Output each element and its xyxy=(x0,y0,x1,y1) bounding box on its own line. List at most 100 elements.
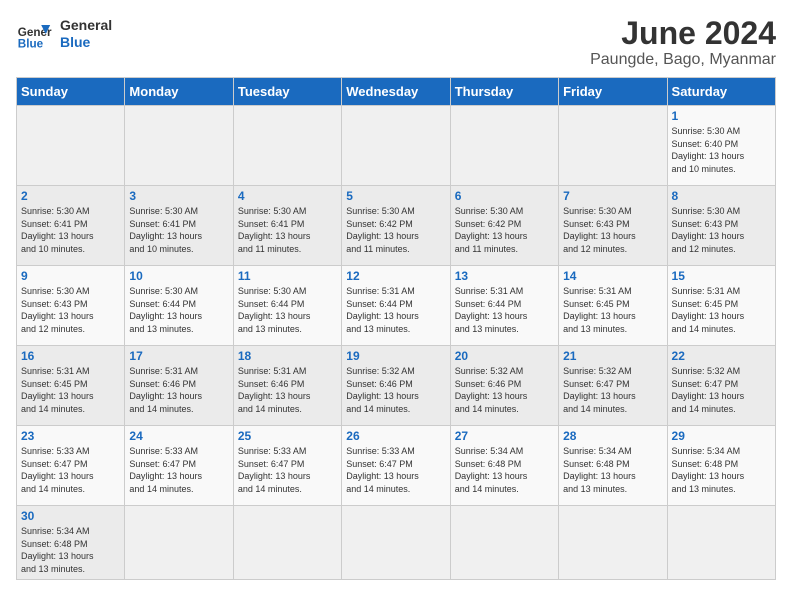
calendar-cell: 25 Sunrise: 5:33 AM Sunset: 6:47 PM Dayli… xyxy=(233,426,341,506)
calendar-cell: 26 Sunrise: 5:33 AM Sunset: 6:47 PM Dayli… xyxy=(342,426,450,506)
header-sunday: Sunday xyxy=(17,78,125,106)
day-info: Sunrise: 5:30 AM Sunset: 6:43 PM Dayligh… xyxy=(563,205,662,255)
day-info: Sunrise: 5:30 AM Sunset: 6:40 PM Dayligh… xyxy=(672,125,771,175)
day-number: 17 xyxy=(129,349,228,363)
calendar-cell: 1 Sunrise: 5:30 AM Sunset: 6:40 PM Daylig… xyxy=(667,106,775,186)
calendar-cell: 29 Sunrise: 5:34 AM Sunset: 6:48 PM Dayli… xyxy=(667,426,775,506)
day-info: Sunrise: 5:30 AM Sunset: 6:41 PM Dayligh… xyxy=(129,205,228,255)
page-header: General Blue General Blue June 2024 Paun… xyxy=(16,16,776,69)
header-tuesday: Tuesday xyxy=(233,78,341,106)
day-number: 20 xyxy=(455,349,554,363)
calendar-cell: 3 Sunrise: 5:30 AM Sunset: 6:41 PM Daylig… xyxy=(125,186,233,266)
calendar-cell: 19 Sunrise: 5:32 AM Sunset: 6:46 PM Dayli… xyxy=(342,346,450,426)
day-info: Sunrise: 5:32 AM Sunset: 6:46 PM Dayligh… xyxy=(455,365,554,415)
calendar-cell: 28Sunrise: 5:34 AM Sunset: 6:48 PM Dayli… xyxy=(559,426,667,506)
day-number: 18 xyxy=(238,349,337,363)
day-number: 21 xyxy=(563,349,662,363)
day-number: 23 xyxy=(21,429,120,443)
day-info: Sunrise: 5:34 AM Sunset: 6:48 PM Dayligh… xyxy=(563,445,662,495)
calendar-cell: 18 Sunrise: 5:31 AM Sunset: 6:46 PM Dayli… xyxy=(233,346,341,426)
calendar-cell xyxy=(125,506,233,579)
day-info: Sunrise: 5:33 AM Sunset: 6:47 PM Dayligh… xyxy=(21,445,120,495)
day-info: Sunrise: 5:30 AM Sunset: 6:43 PM Dayligh… xyxy=(21,285,120,335)
day-number: 9 xyxy=(21,269,120,283)
day-number: 4 xyxy=(238,189,337,203)
day-info: Sunrise: 5:30 AM Sunset: 6:44 PM Dayligh… xyxy=(129,285,228,335)
day-info: Sunrise: 5:33 AM Sunset: 6:47 PM Dayligh… xyxy=(346,445,445,495)
day-number: 5 xyxy=(346,189,445,203)
calendar-cell xyxy=(125,106,233,186)
calendar-cell: 7Sunrise: 5:30 AM Sunset: 6:43 PM Daylig… xyxy=(559,186,667,266)
day-number: 16 xyxy=(21,349,120,363)
calendar-cell: 6Sunrise: 5:30 AM Sunset: 6:42 PM Daylig… xyxy=(450,186,558,266)
calendar-cell: 20 Sunrise: 5:32 AM Sunset: 6:46 PM Dayli… xyxy=(450,346,558,426)
day-info: Sunrise: 5:33 AM Sunset: 6:47 PM Dayligh… xyxy=(238,445,337,495)
calendar-cell xyxy=(667,506,775,579)
calendar-cell xyxy=(233,106,341,186)
calendar-cell: 16 Sunrise: 5:31 AM Sunset: 6:45 PM Dayli… xyxy=(17,346,125,426)
calendar-cell: 14 Sunrise: 5:31 AM Sunset: 6:45 PM Dayli… xyxy=(559,266,667,346)
day-number: 19 xyxy=(346,349,445,363)
day-number: 1 xyxy=(672,109,771,123)
calendar-cell: 4Sunrise: 5:30 AM Sunset: 6:41 PM Daylig… xyxy=(233,186,341,266)
day-info: Sunrise: 5:34 AM Sunset: 6:48 PM Dayligh… xyxy=(672,445,771,495)
calendar-cell: 5 Sunrise: 5:30 AM Sunset: 6:42 PM Daylig… xyxy=(342,186,450,266)
day-info: Sunrise: 5:32 AM Sunset: 6:46 PM Dayligh… xyxy=(346,365,445,415)
day-number: 25 xyxy=(238,429,337,443)
calendar-cell: 10 Sunrise: 5:30 AM Sunset: 6:44 PM Dayli… xyxy=(125,266,233,346)
day-info: Sunrise: 5:32 AM Sunset: 6:47 PM Dayligh… xyxy=(563,365,662,415)
logo-general-text: General xyxy=(60,17,112,34)
day-number: 13 xyxy=(455,269,554,283)
calendar-header-row: SundayMondayTuesdayWednesdayThursdayFrid… xyxy=(17,78,776,106)
calendar-cell xyxy=(450,106,558,186)
day-info: Sunrise: 5:34 AM Sunset: 6:48 PM Dayligh… xyxy=(21,525,120,575)
day-number: 14 xyxy=(563,269,662,283)
calendar-cell: 23 Sunrise: 5:33 AM Sunset: 6:47 PM Dayli… xyxy=(17,426,125,506)
calendar-cell: 2Sunrise: 5:30 AM Sunset: 6:41 PM Daylig… xyxy=(17,186,125,266)
day-number: 3 xyxy=(129,189,228,203)
day-info: Sunrise: 5:31 AM Sunset: 6:45 PM Dayligh… xyxy=(672,285,771,335)
month-title: June 2024 xyxy=(590,16,776,51)
day-number: 24 xyxy=(129,429,228,443)
day-number: 2 xyxy=(21,189,120,203)
header-monday: Monday xyxy=(125,78,233,106)
calendar-table: SundayMondayTuesdayWednesdayThursdayFrid… xyxy=(16,77,776,579)
day-info: Sunrise: 5:34 AM Sunset: 6:48 PM Dayligh… xyxy=(455,445,554,495)
calendar-cell: 17Sunrise: 5:31 AM Sunset: 6:46 PM Dayli… xyxy=(125,346,233,426)
header-wednesday: Wednesday xyxy=(342,78,450,106)
day-number: 11 xyxy=(238,269,337,283)
day-number: 12 xyxy=(346,269,445,283)
day-number: 26 xyxy=(346,429,445,443)
calendar-cell: 8 Sunrise: 5:30 AM Sunset: 6:43 PM Daylig… xyxy=(667,186,775,266)
day-number: 27 xyxy=(455,429,554,443)
day-info: Sunrise: 5:31 AM Sunset: 6:45 PM Dayligh… xyxy=(21,365,120,415)
calendar-cell: 9 Sunrise: 5:30 AM Sunset: 6:43 PM Daylig… xyxy=(17,266,125,346)
location-subtitle: Paungde, Bago, Myanmar xyxy=(590,51,776,69)
day-number: 10 xyxy=(129,269,228,283)
calendar-cell: 22 Sunrise: 5:32 AM Sunset: 6:47 PM Dayli… xyxy=(667,346,775,426)
calendar-cell xyxy=(233,506,341,579)
calendar-cell xyxy=(342,106,450,186)
day-info: Sunrise: 5:32 AM Sunset: 6:47 PM Dayligh… xyxy=(672,365,771,415)
day-info: Sunrise: 5:30 AM Sunset: 6:42 PM Dayligh… xyxy=(346,205,445,255)
calendar-cell: 24 Sunrise: 5:33 AM Sunset: 6:47 PM Dayli… xyxy=(125,426,233,506)
day-number: 8 xyxy=(672,189,771,203)
calendar-cell xyxy=(559,106,667,186)
calendar-cell: 13Sunrise: 5:31 AM Sunset: 6:44 PM Dayli… xyxy=(450,266,558,346)
day-number: 22 xyxy=(672,349,771,363)
day-info: Sunrise: 5:30 AM Sunset: 6:44 PM Dayligh… xyxy=(238,285,337,335)
day-info: Sunrise: 5:31 AM Sunset: 6:46 PM Dayligh… xyxy=(238,365,337,415)
day-number: 6 xyxy=(455,189,554,203)
calendar-cell: 11 Sunrise: 5:30 AM Sunset: 6:44 PM Dayli… xyxy=(233,266,341,346)
header-saturday: Saturday xyxy=(667,78,775,106)
day-info: Sunrise: 5:30 AM Sunset: 6:43 PM Dayligh… xyxy=(672,205,771,255)
calendar-cell xyxy=(559,506,667,579)
title-area: June 2024 Paungde, Bago, Myanmar xyxy=(590,16,776,69)
day-info: Sunrise: 5:31 AM Sunset: 6:44 PM Dayligh… xyxy=(346,285,445,335)
day-number: 30 xyxy=(21,509,120,523)
day-info: Sunrise: 5:33 AM Sunset: 6:47 PM Dayligh… xyxy=(129,445,228,495)
header-friday: Friday xyxy=(559,78,667,106)
day-number: 29 xyxy=(672,429,771,443)
calendar-cell: 21 Sunrise: 5:32 AM Sunset: 6:47 PM Dayli… xyxy=(559,346,667,426)
day-info: Sunrise: 5:31 AM Sunset: 6:45 PM Dayligh… xyxy=(563,285,662,335)
